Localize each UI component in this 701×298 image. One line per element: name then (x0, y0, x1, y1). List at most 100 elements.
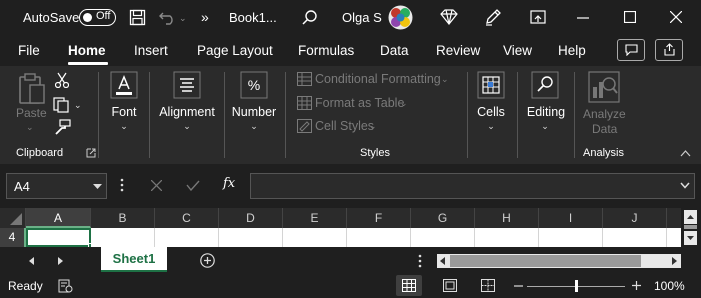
tab-data[interactable]: Data (380, 43, 409, 58)
cancel-icon[interactable] (151, 180, 162, 191)
clipboard-launcher-icon[interactable] (86, 148, 96, 158)
font-icon[interactable] (110, 71, 138, 99)
column-header-a[interactable]: A (26, 208, 91, 228)
tab-page-layout[interactable]: Page Layout (197, 43, 273, 58)
new-sheet-icon[interactable] (200, 253, 215, 268)
tab-view[interactable]: View (503, 43, 532, 58)
alignment-dropdown-icon[interactable]: ⌄ (182, 121, 192, 132)
tab-insert[interactable]: Insert (134, 43, 168, 58)
cell-styles-icon[interactable] (297, 119, 312, 133)
conditional-formatting-dropdown-icon[interactable]: ⌄ (441, 74, 449, 85)
vertical-scrollbar[interactable] (681, 208, 701, 247)
zoom-out-icon[interactable] (514, 285, 523, 287)
column-header-b[interactable]: B (91, 208, 155, 228)
format-as-table-icon[interactable] (297, 96, 312, 110)
tab-formulas[interactable]: Formulas (298, 43, 354, 58)
format-as-table-label[interactable]: Format as Table (315, 96, 404, 110)
pen-icon[interactable] (484, 8, 502, 26)
sheet-tab-sheet1[interactable]: Sheet1 (101, 247, 167, 272)
cell-i4[interactable] (539, 228, 603, 247)
copy-dropdown-icon[interactable]: ⌄ (74, 100, 82, 111)
alignment-label[interactable]: Alignment (155, 105, 219, 119)
cell-b4[interactable] (91, 228, 155, 247)
tab-help[interactable]: Help (558, 43, 586, 58)
column-header-g[interactable]: G (411, 208, 475, 228)
number-label[interactable]: Number (228, 105, 280, 119)
analyze-data-icon[interactable] (588, 71, 620, 103)
editing-label[interactable]: Editing (522, 105, 570, 119)
scroll-sheets-left-icon[interactable] (29, 257, 35, 265)
autosave-toggle[interactable]: Off (79, 9, 116, 26)
undo-dropdown-icon[interactable]: ⌄ (179, 13, 187, 24)
cell-d4[interactable] (219, 228, 283, 247)
copy-icon[interactable] (53, 97, 71, 113)
diamond-icon[interactable] (440, 9, 458, 25)
accessibility-icon[interactable] (58, 279, 73, 293)
conditional-formatting-label[interactable]: Conditional Formatting (315, 72, 441, 86)
page-break-preview-button[interactable] (481, 279, 495, 292)
column-header-e[interactable]: E (283, 208, 347, 228)
number-dropdown-icon[interactable]: ⌄ (249, 121, 259, 132)
cell-overflow[interactable] (667, 228, 681, 247)
name-box[interactable]: A4 (6, 173, 107, 199)
cells-label[interactable]: Cells (471, 105, 511, 119)
undo-icon[interactable] (159, 10, 177, 25)
column-header-h[interactable]: H (475, 208, 539, 228)
cell-a4[interactable] (26, 228, 91, 247)
scroll-left-icon[interactable] (440, 257, 446, 265)
zoom-slider-thumb[interactable] (575, 280, 578, 292)
ribbon-display-options-icon[interactable] (530, 10, 546, 24)
cell-g4[interactable] (411, 228, 475, 247)
minimize-icon[interactable] (577, 17, 589, 19)
editing-search-icon[interactable] (531, 71, 559, 99)
format-painter-icon[interactable] (54, 119, 71, 135)
paste-label[interactable]: Paste (16, 106, 47, 120)
analyze-data-label-line1[interactable]: Analyze (583, 107, 626, 121)
share-button[interactable] (655, 39, 683, 61)
column-header-c[interactable]: C (155, 208, 219, 228)
horizontal-scroll-thumb[interactable] (450, 255, 641, 267)
scroll-up-button[interactable] (684, 210, 697, 224)
tab-home[interactable]: Home (68, 43, 106, 58)
cell-h4[interactable] (475, 228, 539, 247)
collapse-ribbon-icon[interactable] (680, 150, 691, 157)
cells-icon[interactable] (477, 71, 505, 99)
column-header-i[interactable]: I (539, 208, 603, 228)
format-as-table-dropdown-icon[interactable]: ⌄ (400, 98, 408, 109)
font-dropdown-icon[interactable]: ⌄ (119, 121, 129, 132)
cell-f4[interactable] (347, 228, 411, 247)
file-name[interactable]: Book1... (229, 10, 277, 25)
horizontal-scrollbar[interactable] (437, 254, 681, 268)
name-box-dropdown-icon[interactable] (93, 184, 102, 190)
cell-styles-label[interactable]: Cell Styles (315, 119, 374, 133)
sheet-options-icon[interactable] (418, 254, 422, 268)
expand-formula-bar-icon[interactable] (680, 182, 690, 189)
row-header-4[interactable]: 4 (0, 228, 26, 247)
scroll-right-icon[interactable] (671, 257, 677, 265)
cell-styles-dropdown-icon[interactable]: ⌄ (369, 121, 377, 132)
more-options-icon[interactable] (120, 178, 124, 192)
comments-button[interactable] (617, 39, 645, 61)
maximize-icon[interactable] (624, 11, 636, 23)
scroll-down-button[interactable] (684, 231, 697, 245)
zoom-in-icon[interactable] (632, 281, 641, 290)
insert-function-icon[interactable]: fx (223, 176, 235, 191)
search-icon[interactable] (301, 9, 318, 26)
cell-j4[interactable] (603, 228, 667, 247)
zoom-level[interactable]: 100% (654, 279, 685, 293)
column-header-f[interactable]: F (347, 208, 411, 228)
editing-dropdown-icon[interactable]: ⌄ (540, 121, 550, 132)
paste-icon[interactable] (17, 72, 47, 106)
conditional-formatting-icon[interactable] (297, 72, 312, 86)
alignment-icon[interactable] (173, 71, 201, 99)
select-all-corner[interactable] (0, 208, 26, 228)
save-icon[interactable] (129, 9, 146, 26)
user-name[interactable]: Olga S (342, 10, 382, 25)
formula-input[interactable] (250, 173, 695, 199)
enter-icon[interactable] (186, 180, 200, 191)
scroll-sheets-right-icon[interactable] (57, 257, 63, 265)
column-header-d[interactable]: D (219, 208, 283, 228)
avatar[interactable] (388, 5, 413, 30)
cell-c4[interactable] (155, 228, 219, 247)
tab-review[interactable]: Review (436, 43, 480, 58)
